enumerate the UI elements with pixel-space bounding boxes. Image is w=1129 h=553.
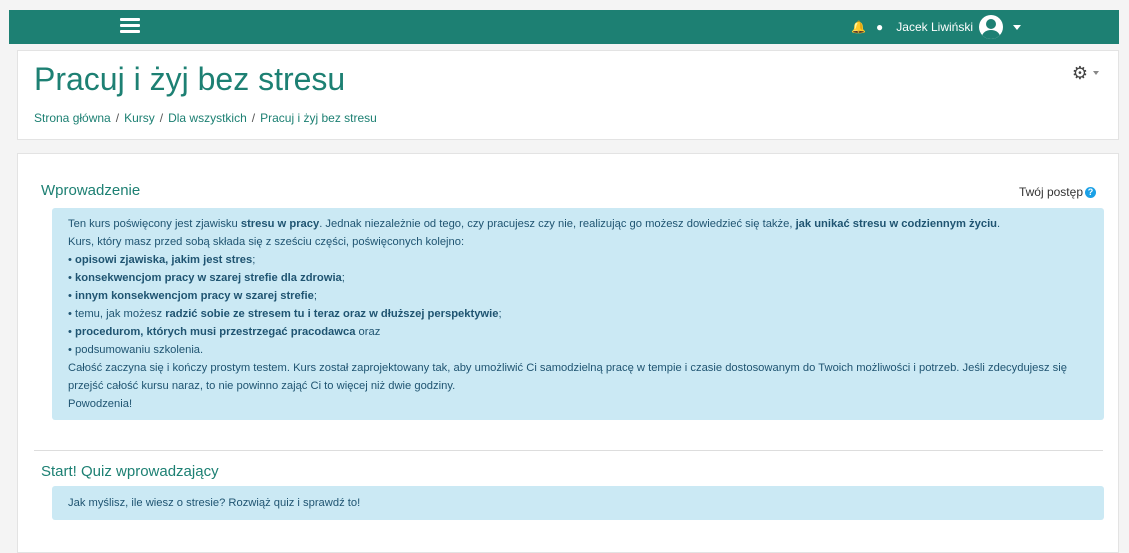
section-divider bbox=[34, 450, 1103, 451]
list-item: konsekwencjom pracy w szarej strefie dla… bbox=[68, 269, 1088, 287]
chevron-down-icon[interactable] bbox=[1093, 71, 1099, 75]
intro-paragraph: Ten kurs poświęcony jest zjawisku stresu… bbox=[68, 218, 1001, 230]
progress-label: Twój postęp bbox=[1018, 185, 1083, 199]
page-header: Pracuj i żyj bez stresu Strona główna / Ku… bbox=[17, 50, 1119, 140]
breadcrumb-separator: / bbox=[251, 111, 256, 125]
breadcrumb: Strona główna / Kursy / Dla wszystkich / Pracu… bbox=[34, 111, 377, 125]
hamburger-menu-icon[interactable] bbox=[120, 18, 140, 34]
section-title-intro[interactable]: Wprowadzenie bbox=[41, 182, 140, 199]
gear-icon[interactable]: ⚙ bbox=[1072, 63, 1088, 84]
help-icon[interactable]: ? bbox=[1085, 186, 1096, 198]
list-item: innym konsekwencjom pracy w szarej stref… bbox=[68, 287, 1088, 305]
progress-indicator: Twój postęp ? bbox=[1019, 185, 1096, 199]
top-navbar: 🔔 ● Jacek Liwiński bbox=[9, 10, 1119, 44]
navbar-user-area: 🔔 ● Jacek Liwiński bbox=[851, 10, 1021, 44]
bell-icon[interactable]: 🔔 bbox=[851, 20, 866, 34]
list-item: procedurom, których musi przestrzegać pr… bbox=[68, 323, 1088, 341]
intro-paragraph: Całość zaczyna się i kończy prostym test… bbox=[68, 362, 1067, 392]
list-item: opisowi zjawiska, jakim jest stres; bbox=[68, 251, 1088, 269]
chat-icon[interactable]: ● bbox=[876, 20, 883, 34]
avatar[interactable] bbox=[979, 15, 1003, 39]
section-title-quiz[interactable]: Start! Quiz wprowadzający bbox=[41, 463, 219, 480]
breadcrumb-courses[interactable]: Kursy bbox=[124, 111, 155, 125]
breadcrumb-separator: / bbox=[159, 111, 164, 125]
intro-paragraph: Powodzenia! bbox=[68, 398, 133, 410]
breadcrumb-separator: / bbox=[115, 111, 120, 125]
user-name[interactable]: Jacek Liwiński bbox=[896, 20, 973, 34]
topics-list: opisowi zjawiska, jakim jest stres; kons… bbox=[68, 251, 1088, 359]
breadcrumb-category[interactable]: Dla wszystkich bbox=[168, 111, 247, 125]
list-item: temu, jak możesz radzić sobie ze stresem… bbox=[68, 305, 1088, 323]
quiz-summary: Jak myślisz, ile wiesz o stresie? Rozwią… bbox=[52, 486, 1104, 520]
course-content: Wprowadzenie Twój postęp ? Ten kurs pośw… bbox=[17, 153, 1119, 553]
intro-paragraph: Kurs, który masz przed sobą składa się z… bbox=[68, 236, 465, 248]
list-item: podsumowaniu szkolenia. bbox=[68, 341, 1088, 359]
quiz-text: Jak myślisz, ile wiesz o stresie? Rozwią… bbox=[68, 497, 361, 509]
breadcrumb-current[interactable]: Pracuj i żyj bez stresu bbox=[260, 111, 377, 125]
intro-summary: Ten kurs poświęcony jest zjawisku stresu… bbox=[52, 208, 1104, 420]
page-title: Pracuj i żyj bez stresu bbox=[34, 61, 346, 97]
breadcrumb-home[interactable]: Strona główna bbox=[34, 111, 111, 125]
user-menu-chevron-down-icon[interactable] bbox=[1013, 24, 1021, 30]
